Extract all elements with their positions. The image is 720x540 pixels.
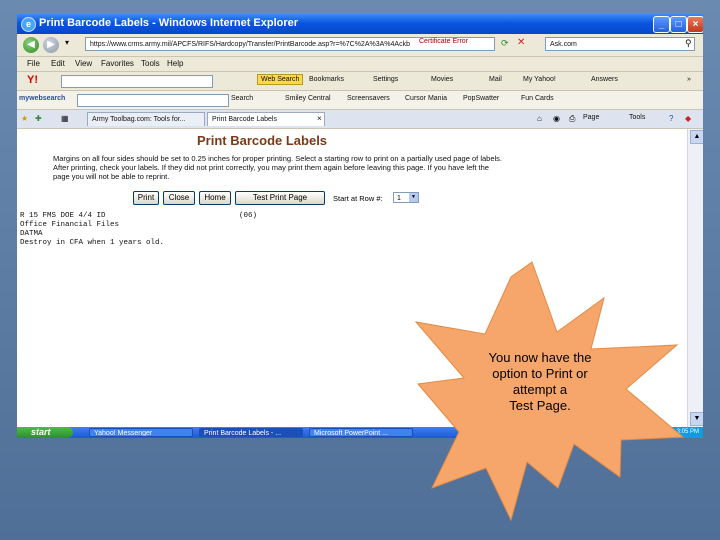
callout-line-1: You now have the bbox=[488, 350, 592, 365]
callout-starburst bbox=[414, 261, 685, 522]
callout-line-4: Test Page. bbox=[509, 398, 571, 413]
callout-text: You now have the option to Print or atte… bbox=[460, 350, 620, 414]
callout-line-3: attempt a bbox=[512, 382, 568, 397]
callout-line-2: option to Print or bbox=[492, 366, 588, 381]
